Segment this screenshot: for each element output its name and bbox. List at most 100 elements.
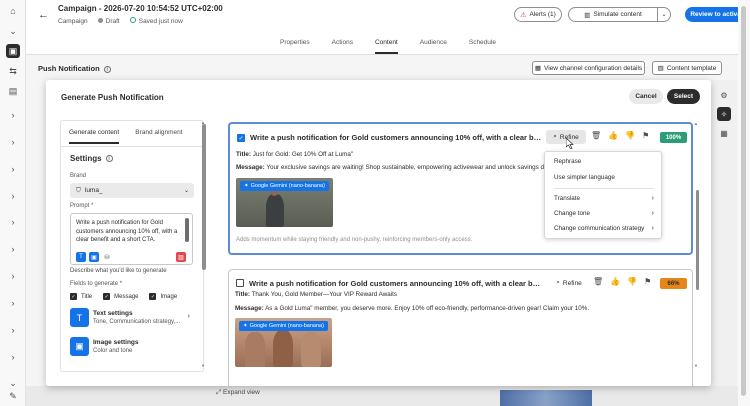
thumbs-down-icon[interactable]: 👎 [625, 131, 635, 140]
menu-item-change-strategy[interactable]: Change communication strategy › [554, 225, 654, 232]
describe-hint: Describe what you'd like to generate [70, 268, 167, 274]
brand-select[interactable]: ⛉ luma_ ⌄ [70, 183, 194, 198]
saved-text: Saved just now [138, 18, 183, 25]
media-icon[interactable]: ▧ [176, 252, 186, 262]
right-tool-rail: ⚙ ✧ ▦ [711, 80, 737, 390]
tab-generate-content[interactable]: Generate content [69, 129, 120, 144]
image-type-icon[interactable]: ▣ [89, 252, 99, 262]
variant-checkbox[interactable]: ✓ [237, 134, 245, 142]
tab-actions[interactable]: Actions [332, 33, 353, 54]
chevron-right-icon[interactable]: › [6, 215, 20, 229]
generation-settings-panel: Generate content Brand alignment Setting… [60, 120, 204, 372]
divider [61, 146, 203, 147]
image-settings-item[interactable]: ▣ Image settings Color and tone [70, 337, 194, 359]
text-settings-item[interactable]: T Text settings Tone, Communication stra… [70, 308, 194, 330]
campaign-header: ← Campaign - 2026-07-20 10:54:52 UTC+02:… [26, 0, 750, 33]
page-scrollbar-thumb[interactable] [741, 6, 746, 396]
settings-tabs: Generate content Brand alignment [69, 129, 183, 144]
left-panel-scrollbar[interactable] [202, 124, 206, 270]
ai-wand-icon[interactable]: ✧ [717, 107, 731, 121]
menu-item-translate[interactable]: Translate › [554, 195, 654, 202]
delete-icon[interactable]: 🗑 [593, 277, 603, 286]
person-figure [273, 330, 293, 367]
flag-icon[interactable]: ⚑ [642, 131, 649, 140]
cancel-button[interactable]: Cancel [629, 89, 663, 104]
info-icon[interactable]: i [105, 155, 113, 163]
chevron-down-icon[interactable]: ⌄ [6, 24, 20, 38]
variant-actions: 🗑 👍 👎 ⚑ [591, 131, 649, 140]
field-message-checkbox[interactable]: ✓ Message [103, 293, 138, 300]
chevron-right-icon[interactable]: › [6, 242, 20, 256]
field-title-checkbox[interactable]: ✓ Title [70, 293, 92, 300]
content-template-button[interactable]: ▨ Content template [652, 61, 722, 75]
change-strategy-label: Change communication strategy [554, 225, 645, 232]
variant-card-2[interactable]: Write a push notification for Gold custo… [228, 269, 693, 386]
database-icon[interactable]: ⛁ [102, 252, 112, 262]
menu-item-change-tone[interactable]: Change tone › [554, 210, 654, 217]
back-arrow-icon[interactable]: ← [38, 9, 49, 21]
fields-checkbox-row: ✓ Title ✓ Message ✓ Image [70, 293, 177, 300]
expand-view-button[interactable]: ⤢ Expand view [216, 389, 260, 397]
simulate-dropdown-button[interactable]: ⌄ [658, 7, 671, 22]
scroll-up-icon[interactable]: ▲ [694, 121, 698, 126]
menu-divider [554, 188, 654, 189]
pencil-icon[interactable]: ✎ [6, 389, 20, 403]
messages-icon[interactable]: ▣ [6, 44, 20, 58]
chevron-right-icon[interactable]: › [6, 269, 20, 283]
text-type-icon[interactable]: T [76, 252, 86, 262]
delete-icon[interactable]: 🗑 [591, 131, 601, 140]
scroll-down-icon[interactable]: ▼ [201, 363, 205, 368]
chevron-right-icon[interactable]: › [6, 189, 20, 203]
menu-item-simpler-language[interactable]: Use simpler language [554, 174, 654, 181]
variant-heading: Write a push notification for Gold custo… [250, 133, 545, 142]
thumbs-up-icon[interactable]: 👍 [610, 277, 620, 286]
results-scrollbar-thumb[interactable] [696, 190, 699, 290]
generated-image: ✦ Google Gemini (nano-banana) [236, 178, 333, 227]
chevron-right-icon[interactable]: › [6, 162, 20, 176]
chevron-down-icon[interactable]: ⌄ [6, 376, 20, 390]
fields-to-generate-label: Fields to generate * [70, 281, 123, 287]
refine-button[interactable]: ⌕ Refine [549, 276, 589, 290]
field-image-checkbox[interactable]: ✓ Image [149, 293, 177, 300]
info-icon[interactable]: i [103, 65, 111, 73]
tab-brand-alignment[interactable]: Brand alignment [135, 129, 182, 144]
tab-audience[interactable]: Audience [420, 33, 447, 54]
thumbs-up-icon[interactable]: 👍 [608, 131, 618, 140]
image-settings-desc: Color and tone [93, 348, 133, 354]
flag-icon[interactable]: ⚑ [644, 277, 651, 286]
push-title-text: Push Notification [38, 64, 100, 73]
chevron-right-icon: › [651, 225, 654, 232]
chevron-right-icon: › [651, 195, 654, 202]
refine-icon: ⌕ [556, 279, 560, 286]
gemini-badge: ✦ Google Gemini (nano-banana) [239, 321, 328, 331]
page-scrollbar[interactable] [738, 0, 750, 406]
select-button[interactable]: Select [667, 89, 700, 104]
alerts-button[interactable]: ⚠ Alerts (1) [514, 7, 562, 22]
menu-item-rephrase[interactable]: Rephrase [554, 158, 654, 165]
field-title-label: Title [81, 293, 93, 300]
chevron-right-icon[interactable]: › [6, 296, 20, 310]
view-channel-config-button[interactable]: ▦ View channel configuration details [532, 61, 645, 75]
document-icon[interactable]: ▤ [6, 84, 20, 98]
chevron-right-icon[interactable]: › [6, 135, 20, 149]
tab-content[interactable]: Content [374, 33, 398, 54]
checkbox-checked-icon: ✓ [149, 293, 157, 300]
chevron-right-icon: › [187, 313, 190, 320]
tab-properties[interactable]: Properties [280, 33, 310, 54]
simulate-content-button[interactable]: ▥ Simulate content [568, 7, 658, 22]
chevron-right-icon[interactable]: › [6, 108, 20, 122]
tab-schedule[interactable]: Schedule [469, 33, 496, 54]
chevron-right-icon[interactable]: › [6, 323, 20, 337]
expand-icon: ⤢ [216, 389, 222, 396]
prompt-scrollbar[interactable] [185, 218, 189, 242]
thumbs-down-icon[interactable]: 👎 [627, 277, 637, 286]
gear-icon[interactable]: ⚙ [717, 88, 731, 102]
scroll-down-icon[interactable]: ▼ [694, 363, 698, 368]
chevron-right-icon[interactable]: › [6, 350, 20, 364]
journey-icon[interactable]: ⇆ [6, 64, 20, 78]
variant-checkbox[interactable] [236, 279, 244, 287]
prompt-textarea[interactable]: Write a push notification for Gold custo… [70, 213, 193, 265]
breadcrumb[interactable]: Campaign [58, 18, 88, 25]
home-icon[interactable]: ⌂ [6, 4, 20, 18]
assets-icon[interactable]: ▦ [717, 126, 731, 140]
